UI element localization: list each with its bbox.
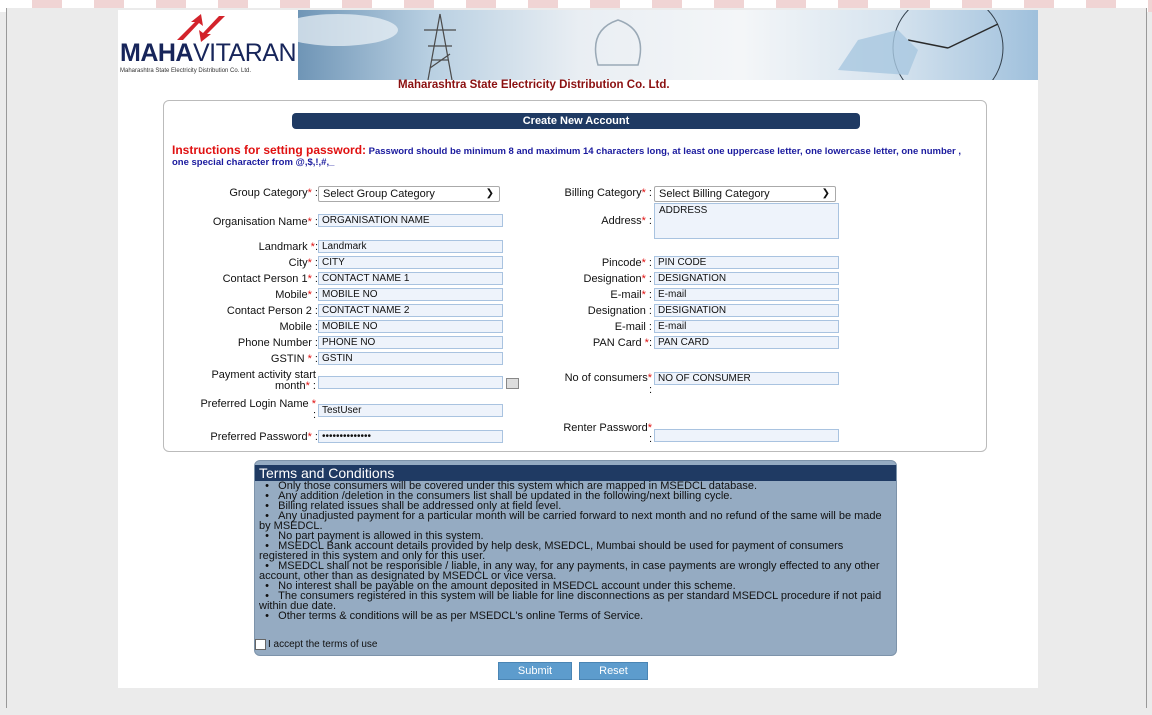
billing-category-select[interactable]: Select Billing Category ❯ xyxy=(654,186,836,202)
terms-panel: Terms and Conditions • Only those consum… xyxy=(254,460,897,656)
logo-subtitle: Maharashtra State Electricity Distributi… xyxy=(120,68,252,74)
create-account-card: Create New Account Instructions for sett… xyxy=(163,100,987,452)
billing-category-label: Billing Category* : xyxy=(564,187,652,199)
terms-item: • Any unadjusted payment for a particula… xyxy=(259,510,882,532)
banner-illustration xyxy=(298,10,1004,80)
landmark-input[interactable]: Landmark xyxy=(318,240,503,253)
logo-wordmark: MAHAVITARAN xyxy=(120,39,297,67)
logo-arrows-icon xyxy=(177,14,225,42)
form-title: Create New Account xyxy=(292,113,860,129)
chevron-down-icon: ❯ xyxy=(485,188,494,199)
group-category-select[interactable]: Select Group Category ❯ xyxy=(318,186,500,202)
consumers-input[interactable]: NO OF CONSUMER xyxy=(654,372,839,385)
city-input[interactable]: CITY xyxy=(318,256,503,269)
password-input[interactable]: •••••••••••••• xyxy=(318,430,503,443)
instructions-label: Instructions for setting password: xyxy=(172,143,367,157)
accept-terms-label: I accept the terms of use xyxy=(268,639,378,651)
terms-item: • MSEDCL Bank account details provided b… xyxy=(259,540,844,562)
contact1-label: Contact Person 1* : xyxy=(222,273,318,285)
pan-label: PAN Card *: xyxy=(592,337,652,349)
mobile2-label: Mobile : xyxy=(279,321,318,333)
renter-password-input[interactable] xyxy=(654,429,839,442)
company-name: Maharashtra State Electricity Distributi… xyxy=(398,79,670,91)
renter-password-label: Renter Password*: xyxy=(563,422,652,445)
calendar-icon[interactable] xyxy=(506,378,519,389)
designation2-input[interactable]: DESIGNATION xyxy=(654,304,839,317)
reset-button[interactable]: Reset xyxy=(579,662,648,680)
login-name-label: Preferred Login Name *: xyxy=(200,398,316,421)
payment-month-input[interactable] xyxy=(318,376,503,389)
accept-terms-checkbox[interactable] xyxy=(255,639,266,650)
accept-terms[interactable]: I accept the terms of use xyxy=(255,639,378,650)
email1-label: E-mail* : xyxy=(610,289,652,301)
password-instructions: Instructions for setting password: Passw… xyxy=(172,143,977,168)
phone-label: Phone Number : xyxy=(237,337,318,349)
login-name-input[interactable]: TestUser xyxy=(318,404,503,417)
header-banner xyxy=(298,10,1038,80)
payment-month-label: Payment activity start month* : xyxy=(211,369,316,392)
mobile2-input[interactable]: MOBILE NO xyxy=(318,320,503,333)
organisation-input[interactable]: ORGANISATION NAME xyxy=(318,214,503,227)
contact1-input[interactable]: CONTACT NAME 1 xyxy=(318,272,503,285)
landmark-label: Landmark *: xyxy=(258,241,318,253)
email1-input[interactable]: E-mail xyxy=(654,288,839,301)
mahavitaran-logo: MAHAVITARAN Maharashtra State Electricit… xyxy=(118,10,298,80)
mobile1-label: Mobile* : xyxy=(275,289,318,301)
terms-title: Terms and Conditions xyxy=(255,465,896,481)
header: MAHAVITARAN Maharashtra State Electricit… xyxy=(118,10,1038,92)
organisation-label: Organisation Name* : xyxy=(212,216,318,228)
mobile1-input[interactable]: MOBILE NO xyxy=(318,288,503,301)
submit-button[interactable]: Submit xyxy=(498,662,572,680)
terms-item: • MSEDCL shall not be responsible / liab… xyxy=(259,560,880,582)
gstin-label: GSTIN * : xyxy=(270,353,318,365)
phone-input[interactable]: PHONE NO xyxy=(318,336,503,349)
address-textarea[interactable]: ADDRESS xyxy=(654,203,839,239)
terms-item: • Other terms & conditions will be as pe… xyxy=(259,610,644,622)
terms-list: • Only those consumers will be covered u… xyxy=(259,481,892,622)
city-label: City* : xyxy=(288,257,318,269)
consumers-label: No of consumers*: xyxy=(564,372,652,396)
email2-input[interactable]: E-mail xyxy=(654,320,839,333)
designation1-input[interactable]: DESIGNATION xyxy=(654,272,839,285)
pincode-label: Pincode* : xyxy=(601,257,652,269)
pincode-input[interactable]: PIN CODE xyxy=(654,256,839,269)
contact2-input[interactable]: CONTACT NAME 2 xyxy=(318,304,503,317)
chevron-down-icon: ❯ xyxy=(821,188,830,199)
password-label: Preferred Password* : xyxy=(210,431,318,443)
terms-item: • The consumers registered in this syste… xyxy=(259,590,882,612)
group-category-label: Group Category* : xyxy=(229,187,318,199)
page-container: MAHAVITARAN Maharashtra State Electricit… xyxy=(118,10,1038,688)
gstin-input[interactable]: GSTIN xyxy=(318,352,503,365)
designation1-label: Designation* : xyxy=(583,273,653,285)
contact2-label: Contact Person 2 : xyxy=(226,305,318,317)
designation2-label: Designation : xyxy=(587,305,652,317)
address-label: Address* : xyxy=(601,215,652,227)
pan-input[interactable]: PAN CARD xyxy=(654,336,839,349)
email2-label: E-mail : xyxy=(614,321,652,333)
